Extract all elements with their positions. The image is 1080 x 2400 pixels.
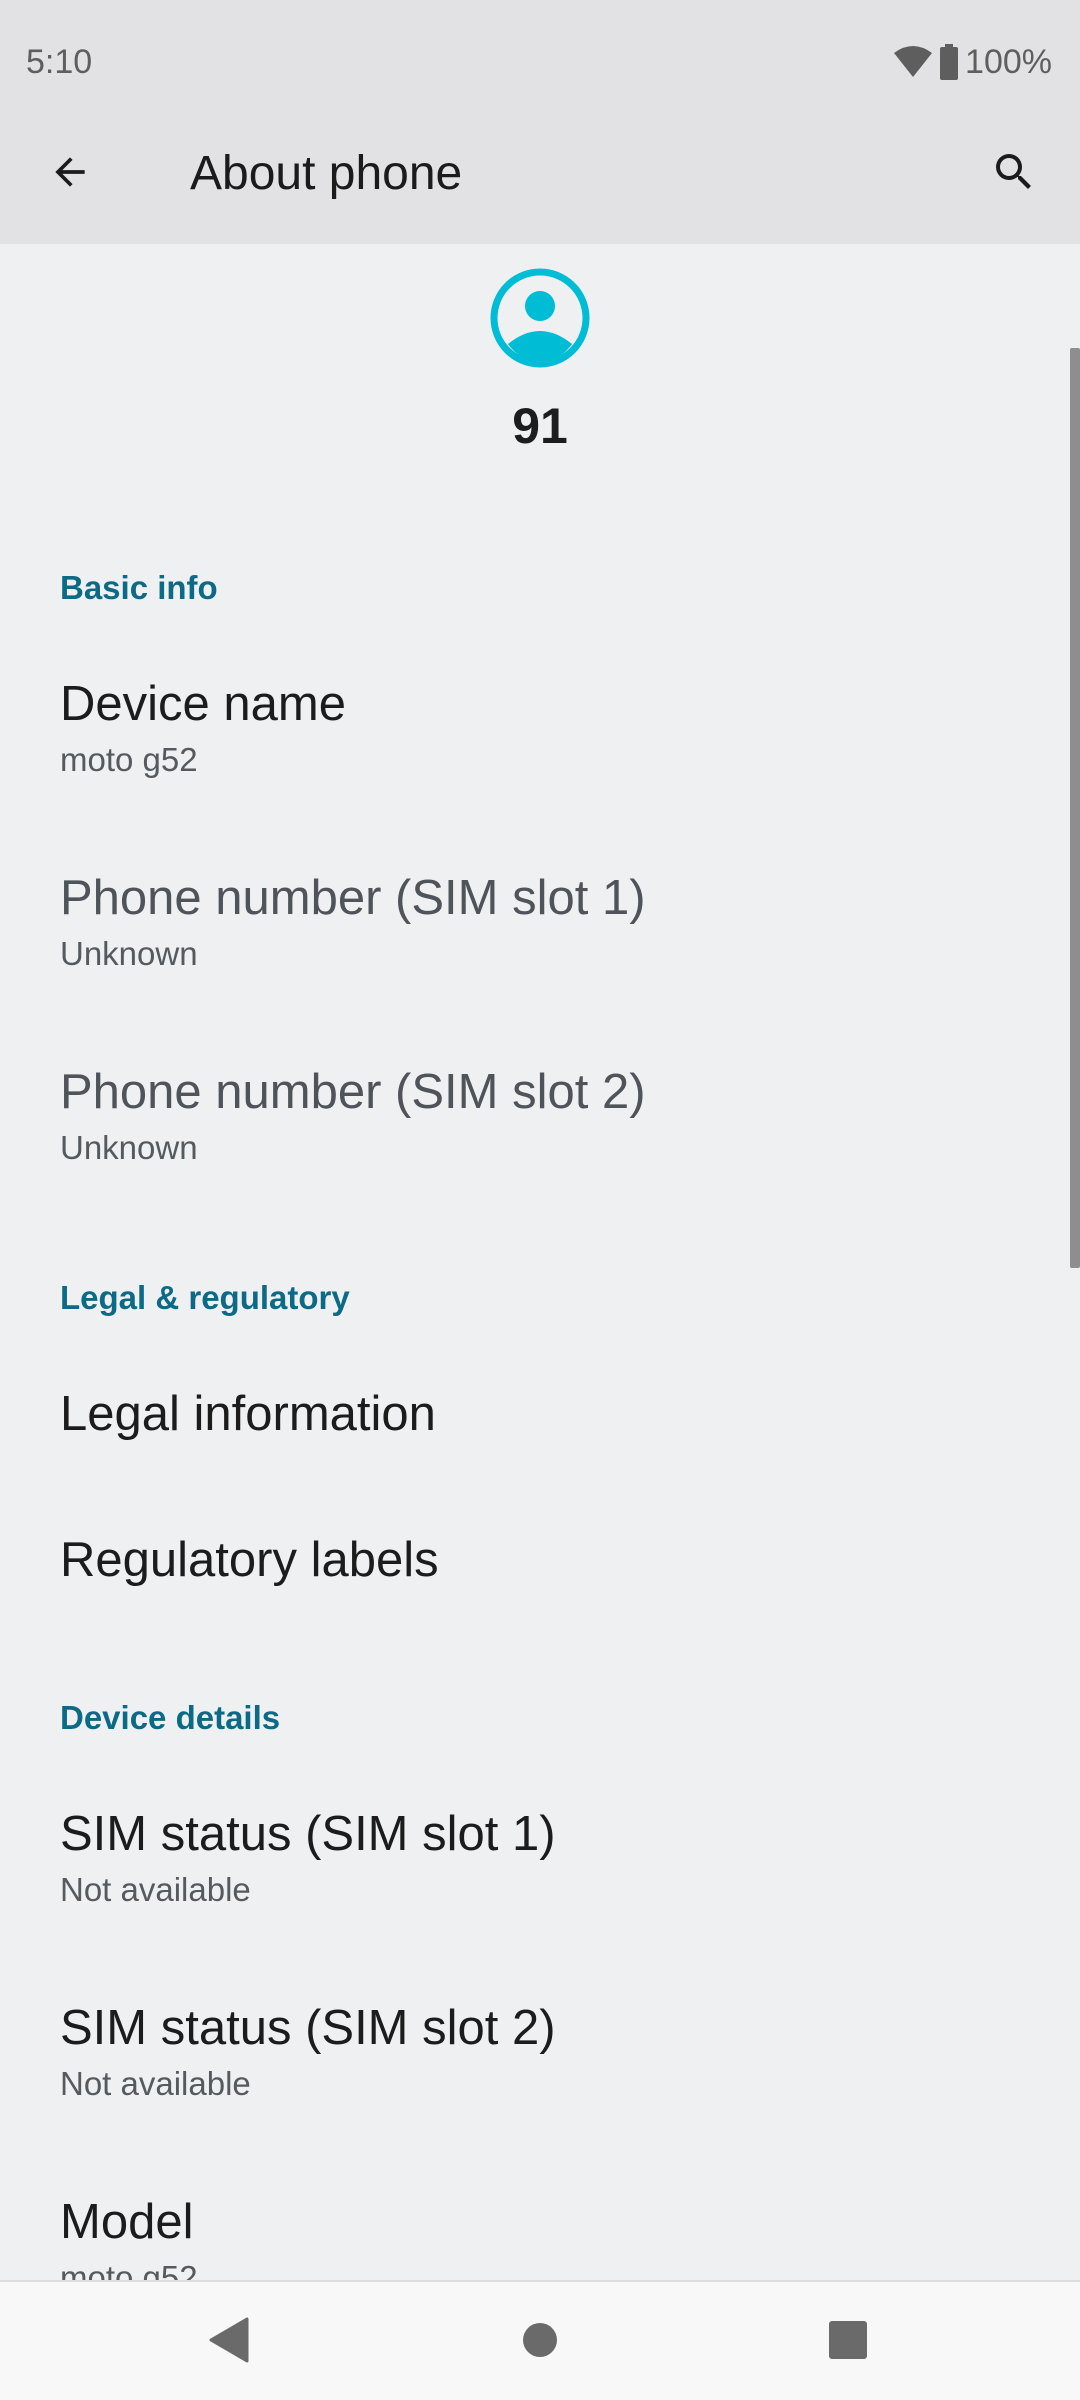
pref-summary: Unknown bbox=[60, 935, 198, 972]
pref-regulatory-labels[interactable]: Regulatory labels bbox=[0, 1530, 1080, 1590]
pref-summary: moto g52 bbox=[60, 741, 198, 778]
account-circle-icon[interactable] bbox=[490, 268, 590, 368]
user-name: 91 bbox=[512, 398, 568, 454]
search-icon bbox=[990, 148, 1038, 201]
back-triangle-icon bbox=[207, 2317, 249, 2368]
pref-title: Phone number (SIM slot 2) bbox=[60, 1065, 646, 1119]
pref-model[interactable]: Model moto g52 bbox=[0, 2192, 1080, 2280]
pref-sim-status-slot2[interactable]: SIM status (SIM slot 2) Not available bbox=[0, 1998, 1080, 2104]
about-phone-screen: 5:10 100% About phone 91 Basic info Devi… bbox=[0, 0, 1080, 2400]
pref-summary: Unknown bbox=[60, 1129, 198, 1166]
system-nav-bar bbox=[0, 2280, 1080, 2400]
pref-title: Phone number (SIM slot 1) bbox=[60, 871, 646, 925]
pref-summary: Not available bbox=[60, 1871, 251, 1908]
status-icons: 100% bbox=[893, 40, 1052, 84]
scrollbar[interactable] bbox=[1070, 348, 1080, 1268]
battery-percent: 100% bbox=[965, 43, 1052, 81]
nav-home-button[interactable] bbox=[500, 2302, 580, 2382]
pref-legal-information[interactable]: Legal information bbox=[0, 1384, 1080, 1444]
nav-back-button[interactable] bbox=[188, 2302, 268, 2382]
pref-title: Regulatory labels bbox=[60, 1533, 439, 1587]
section-header-device-details: Device details bbox=[60, 1699, 281, 1736]
pref-title: Model bbox=[60, 2195, 194, 2249]
search-button[interactable] bbox=[974, 134, 1054, 214]
pref-title: SIM status (SIM slot 2) bbox=[60, 2001, 556, 2055]
top-app-bar: 5:10 100% About phone bbox=[0, 0, 1080, 244]
pref-title: Device name bbox=[60, 677, 346, 731]
status-time: 5:10 bbox=[26, 43, 93, 81]
pref-summary: Not available bbox=[60, 2065, 251, 2102]
pref-device-name[interactable]: Device name moto g52 bbox=[0, 674, 1080, 780]
arrow-back-icon bbox=[48, 150, 92, 199]
recents-square-icon bbox=[828, 2320, 868, 2365]
pref-sim-status-slot1[interactable]: SIM status (SIM slot 1) Not available bbox=[0, 1804, 1080, 1910]
battery-icon bbox=[939, 44, 959, 80]
section-header-basic-info: Basic info bbox=[60, 569, 218, 606]
home-circle-icon bbox=[522, 2322, 558, 2363]
pref-phone-number-sim2[interactable]: Phone number (SIM slot 2) Unknown bbox=[0, 1062, 1080, 1168]
section-header-legal: Legal & regulatory bbox=[60, 1279, 350, 1316]
pref-title: Legal information bbox=[60, 1387, 436, 1441]
back-button[interactable] bbox=[30, 134, 110, 214]
pref-phone-number-sim1[interactable]: Phone number (SIM slot 1) Unknown bbox=[0, 868, 1080, 974]
settings-list: 91 Basic info Device name moto g52 Phone… bbox=[0, 244, 1080, 2280]
pref-title: SIM status (SIM slot 1) bbox=[60, 1807, 556, 1861]
page-title: About phone bbox=[190, 147, 463, 200]
nav-recents-button[interactable] bbox=[808, 2302, 888, 2382]
pref-summary: moto g52 bbox=[60, 2259, 198, 2280]
wifi-icon bbox=[893, 45, 933, 79]
